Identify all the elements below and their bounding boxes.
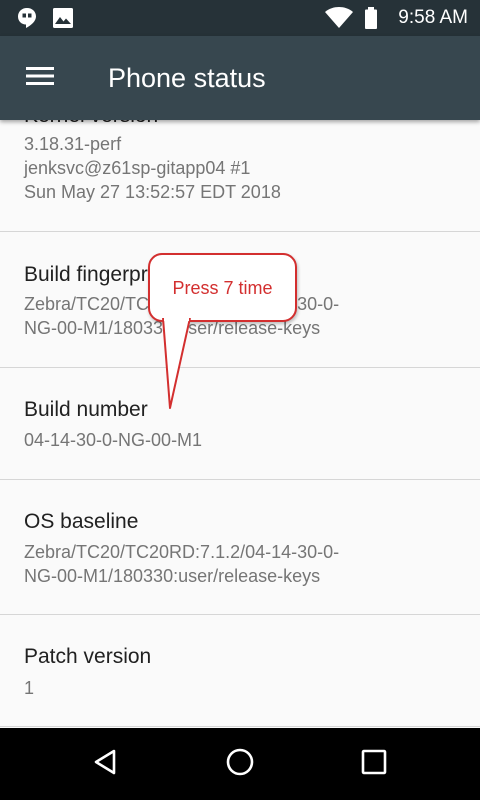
list-item-os-baseline[interactable]: OS baseline Zebra/TC20/TC20RD:7.1.2/04-1… bbox=[0, 480, 480, 614]
item-label: Patch version bbox=[24, 645, 152, 668]
item-label: OS baseline bbox=[24, 510, 139, 533]
image-icon bbox=[52, 7, 74, 34]
wifi-icon bbox=[324, 6, 354, 35]
menu-icon bbox=[26, 65, 54, 92]
item-value: 1 bbox=[24, 678, 35, 698]
recents-button[interactable] bbox=[342, 742, 406, 786]
back-button[interactable] bbox=[74, 742, 138, 786]
battery-icon bbox=[364, 6, 378, 35]
list-item-patch-version[interactable]: Patch version 1 bbox=[0, 615, 480, 726]
home-icon bbox=[225, 747, 255, 782]
item-value: 3.18.31-perf jenksvc@z61sp-gitapp04 #1 S… bbox=[24, 134, 281, 202]
back-icon bbox=[92, 748, 120, 781]
app-toolbar: Phone status bbox=[0, 36, 480, 120]
phone-status-list: Kernel version 3.18.31-perf jenksvc@z61s… bbox=[0, 120, 480, 728]
callout-text: Press 7 time bbox=[172, 278, 273, 298]
status-time: 9:58 AM bbox=[398, 7, 468, 28]
navigation-bar bbox=[0, 728, 480, 800]
item-label: Build number bbox=[24, 398, 148, 421]
callout-pointer bbox=[162, 318, 191, 409]
callout-annotation: Press 7 time bbox=[148, 253, 297, 322]
home-button[interactable] bbox=[208, 742, 272, 786]
page-title: Phone status bbox=[108, 63, 266, 93]
item-label: Kernel version bbox=[24, 120, 158, 130]
hangouts-icon bbox=[16, 7, 38, 34]
menu-button[interactable] bbox=[14, 54, 66, 102]
divider bbox=[0, 726, 480, 727]
status-bar: 9:58 AM bbox=[0, 0, 480, 36]
item-value: Zebra/TC20/TC20RD:7.1.2/04-14-30-0- NG-0… bbox=[24, 542, 340, 586]
item-value: 04-14-30-0-NG-00-M1 bbox=[24, 430, 203, 450]
recents-icon bbox=[361, 749, 387, 780]
list-item-kernel-version[interactable]: Kernel version 3.18.31-perf jenksvc@z61s… bbox=[0, 120, 480, 232]
list-item-build-number[interactable]: Build number 04-14-30-0-NG-00-M1 bbox=[0, 368, 480, 479]
phone-screen: 9:58 AM Phone status Kernel version 3.18… bbox=[0, 0, 480, 800]
